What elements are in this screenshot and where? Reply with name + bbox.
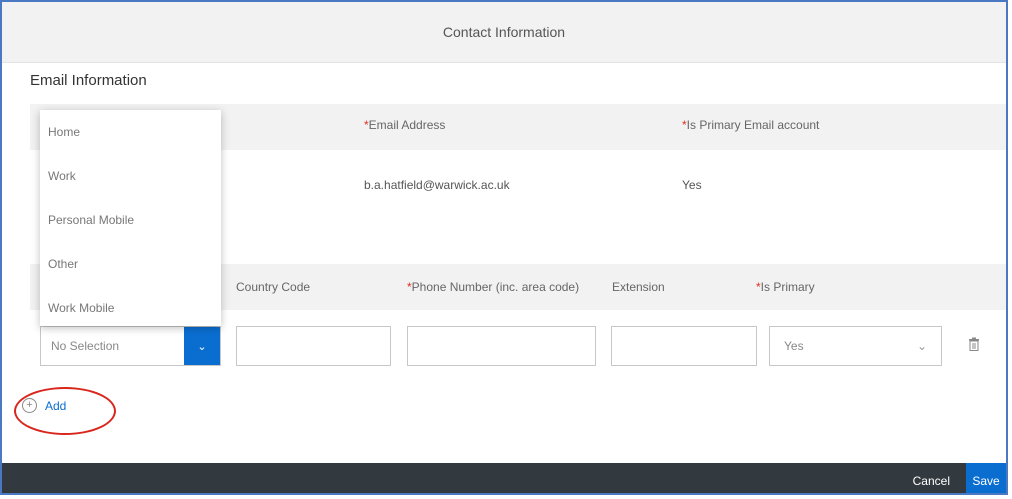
dialog-title: Contact Information <box>2 2 1006 63</box>
contact-information-dialog: Contact Information Email Information *E… <box>0 0 1008 495</box>
extension-input[interactable] <box>611 326 757 366</box>
trash-icon[interactable] <box>968 337 980 351</box>
email-primary-header: *Is Primary Email account <box>682 118 820 132</box>
phone-number-input[interactable] <box>407 326 596 366</box>
phone-number-header: *Phone Number (inc. area code) <box>407 280 580 294</box>
save-button[interactable]: Save <box>966 463 1006 493</box>
dropdown-option-other[interactable]: Other <box>40 242 221 286</box>
dialog-title-text: Contact Information <box>442 24 566 40</box>
phone-type-dropdown: Home Work Personal Mobile Other Work Mob… <box>40 110 221 326</box>
dialog-footer: Cancel Save <box>2 463 1006 493</box>
email-primary-value: Yes <box>682 178 702 192</box>
email-section-title: Email Information <box>30 72 147 89</box>
dropdown-option-home[interactable]: Home <box>40 110 221 154</box>
chevron-down-icon[interactable]: ⌄ <box>184 327 220 365</box>
annotation-highlight-circle <box>14 387 116 435</box>
email-address-value: b.a.hatfield@warwick.ac.uk <box>364 178 510 192</box>
dropdown-option-personal-mobile[interactable]: Personal Mobile <box>40 198 221 242</box>
phone-primary-select[interactable]: Yes ⌄ <box>769 326 942 366</box>
extension-header: Extension <box>612 280 665 294</box>
chevron-down-icon: ⌄ <box>916 339 927 353</box>
phone-type-select[interactable]: No Selection ⌄ <box>40 326 221 366</box>
dropdown-option-work-mobile[interactable]: Work Mobile <box>40 286 221 330</box>
email-address-header: *Email Address <box>364 118 446 132</box>
dropdown-option-work[interactable]: Work <box>40 154 221 198</box>
phone-primary-header: *Is Primary <box>756 280 815 294</box>
country-code-input[interactable] <box>236 326 391 366</box>
country-code-header: Country Code <box>236 280 311 294</box>
phone-type-value: No Selection <box>51 339 120 353</box>
cancel-button[interactable]: Cancel <box>913 463 950 493</box>
phone-primary-value: Yes <box>784 339 804 353</box>
